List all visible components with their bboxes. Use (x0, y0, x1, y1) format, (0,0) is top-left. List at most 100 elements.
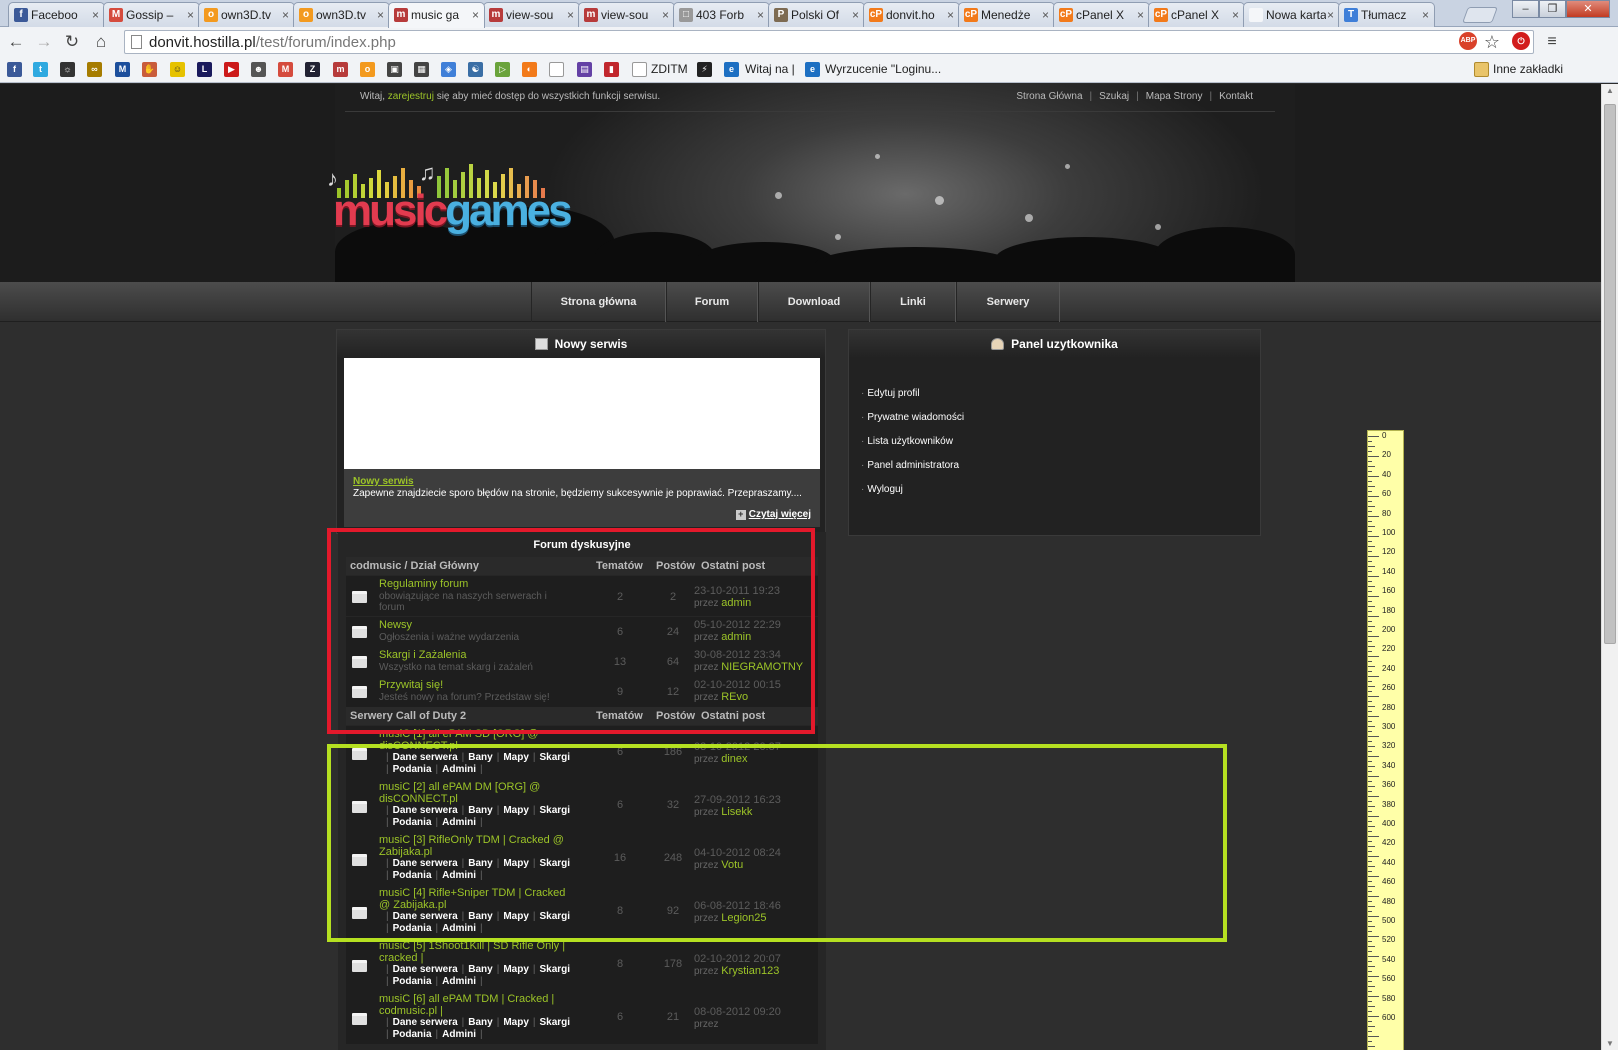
tab-close-icon[interactable]: × (1232, 8, 1239, 22)
tab-close-icon[interactable]: × (377, 8, 384, 22)
home-icon[interactable]: ⌂ (89, 31, 113, 53)
bookmark-icon[interactable]: ▷ (495, 62, 510, 77)
forward-icon[interactable]: → (32, 31, 56, 53)
tab-close-icon[interactable]: × (662, 8, 669, 22)
panel-link-user-list[interactable]: Lista użytkowników (861, 436, 953, 447)
bookmark-icon[interactable]: ⚡ (697, 62, 712, 77)
tab-close-icon[interactable]: × (472, 8, 479, 22)
bookmark-zditm[interactable]: ZDITM (651, 62, 688, 76)
server-link-2[interactable]: Mapy (503, 1017, 529, 1028)
browser-tab[interactable]: cP cPanel X × (1148, 2, 1245, 27)
server-link-2[interactable]: Mapy (503, 964, 529, 975)
folder-icon[interactable] (1474, 62, 1489, 77)
star-icon[interactable]: ☆ (1480, 31, 1504, 53)
server-link-5[interactable]: Admini (442, 976, 476, 987)
toplink-search[interactable]: Szukaj (1099, 91, 1129, 102)
browser-tab[interactable]: m view-sou × (578, 2, 675, 27)
bookmark-icon[interactable]: Z (305, 62, 320, 77)
toplink-contact[interactable]: Kontakt (1219, 91, 1253, 102)
server-link-3[interactable]: Skargi (540, 964, 571, 975)
server-forum-row[interactable]: musiC [6] all ePAM TDM | Cracked | codmu… (346, 991, 818, 1044)
server-link-4[interactable]: Podania (393, 976, 432, 987)
other-bookmarks[interactable]: Inne zakładki (1493, 62, 1563, 76)
address-bar[interactable]: donvit.hostilla.pl/test/forum/index.php (124, 30, 1534, 54)
reload-icon[interactable]: ↻ (60, 31, 84, 53)
server-link-5[interactable]: Admini (442, 1029, 476, 1040)
browser-tab[interactable]: o own3D.tv × (293, 2, 390, 27)
register-link[interactable]: zarejestruj (388, 91, 434, 102)
reddit-bookmark-icon[interactable]: ☯ (468, 62, 483, 77)
browser-tab[interactable]: f Faceboo × (8, 2, 105, 27)
server-link-0[interactable]: Dane serwera (393, 1017, 458, 1028)
tab-close-icon[interactable]: × (92, 8, 99, 22)
tab-close-icon[interactable]: × (1327, 8, 1334, 22)
tab-close-icon[interactable]: × (947, 8, 954, 22)
tab-close-icon[interactable]: × (1137, 8, 1144, 22)
bookmark-icon[interactable]: L (197, 62, 212, 77)
tab-close-icon[interactable]: × (282, 8, 289, 22)
panel-link-admin-panel[interactable]: Panel administratora (861, 460, 959, 471)
toplink-sitemap[interactable]: Mapa Strony (1146, 91, 1203, 102)
bookmark-icon[interactable]: ◈ (441, 62, 456, 77)
own3d-bookmark-icon[interactable]: o (360, 62, 375, 77)
back-icon[interactable]: ← (4, 31, 28, 53)
panel-link-private-messages[interactable]: Prywatne wiadomości (861, 412, 964, 423)
panel-link-logout[interactable]: Wyloguj (861, 484, 902, 495)
site-logo[interactable]: ♪ ♫ musicgames (327, 158, 578, 238)
browser-tab[interactable]: □ 403 Forb × (673, 2, 770, 27)
bookmark-icon[interactable]: ◐ (522, 62, 537, 77)
scrollbar-thumb[interactable] (1604, 104, 1616, 644)
nav-servers[interactable]: Serwery (956, 282, 1060, 322)
smiley-bookmark-icon[interactable]: ☺ (170, 62, 185, 77)
menu-icon[interactable]: ≡ (1540, 31, 1564, 53)
adblock-icon[interactable]: ABP (1459, 32, 1477, 50)
youtube-bookmark-icon[interactable]: ▶ (224, 62, 239, 77)
stop-icon[interactable]: ⏻ (1512, 32, 1530, 50)
tab-close-icon[interactable]: × (852, 8, 859, 22)
close-window-button[interactable]: ✕ (1566, 0, 1610, 18)
bookmark-wyrzucenie[interactable]: Wyrzucenie "Loginu... (825, 62, 941, 76)
server-link-3[interactable]: Skargi (540, 1017, 571, 1028)
nav-home[interactable]: Strona główna (531, 282, 666, 322)
nav-links[interactable]: Linki (870, 282, 956, 322)
bookmark-icon[interactable]: e (724, 62, 739, 77)
toplink-home[interactable]: Strona Główna (1016, 91, 1082, 102)
bookmark-icon[interactable]: e (805, 62, 820, 77)
browser-tab[interactable]: o own3D.tv × (198, 2, 295, 27)
bookmark-icon[interactable]: ☼ (60, 62, 75, 77)
server-link-0[interactable]: Dane serwera (393, 964, 458, 975)
server-link-4[interactable]: Podania (393, 1029, 432, 1040)
facebook-bookmark-icon[interactable]: f (7, 62, 22, 77)
bookmark-icon[interactable]: ✋ (142, 62, 157, 77)
browser-tab[interactable]: m music ga × (388, 2, 485, 28)
last-post-user[interactable]: Krystian123 (721, 965, 779, 977)
bookmark-icon[interactable]: M (115, 62, 130, 77)
browser-tab[interactable]: Nowa karta × (1243, 2, 1340, 27)
read-more-link[interactable]: + Czytaj więcej (735, 509, 811, 521)
twitch-bookmark-icon[interactable]: ▤ (577, 62, 592, 77)
gmail-bookmark-icon[interactable]: M (278, 62, 293, 77)
browser-tab[interactable]: cP cPanel X × (1053, 2, 1150, 27)
page-bookmark-icon[interactable] (632, 62, 647, 77)
tab-close-icon[interactable]: × (187, 8, 194, 22)
page-scrollbar[interactable]: ▲ ▼ (1601, 84, 1618, 1050)
scroll-up-icon[interactable]: ▲ (1606, 86, 1614, 95)
panel-link-edit-profile[interactable]: Edytuj profil (861, 388, 919, 399)
bookmark-icon[interactable]: ▣ (387, 62, 402, 77)
server-link-1[interactable]: Bany (468, 964, 492, 975)
browser-tab[interactable]: P Polski Of × (768, 2, 865, 27)
browser-tab[interactable]: cP donvit.ho × (863, 2, 960, 27)
server-name-link[interactable]: musiC [6] all ePAM TDM | Cracked | codmu… (379, 993, 579, 1017)
maximize-button[interactable]: ❐ (1539, 0, 1566, 18)
minimize-button[interactable]: – (1512, 0, 1539, 18)
tab-close-icon[interactable]: × (1042, 8, 1049, 22)
bookmark-icon[interactable]: ▦ (414, 62, 429, 77)
server-link-1[interactable]: Bany (468, 1017, 492, 1028)
bookmark-icon[interactable]: ☻ (251, 62, 266, 77)
browser-tab[interactable]: M Gossip – × (103, 2, 200, 27)
bookmark-icon[interactable]: ∞ (87, 62, 102, 77)
browser-tab[interactable]: cP Menedże × (958, 2, 1055, 27)
bookmark-icon[interactable]: m (333, 62, 348, 77)
nav-forum[interactable]: Forum (666, 282, 758, 322)
tab-close-icon[interactable]: × (757, 8, 764, 22)
